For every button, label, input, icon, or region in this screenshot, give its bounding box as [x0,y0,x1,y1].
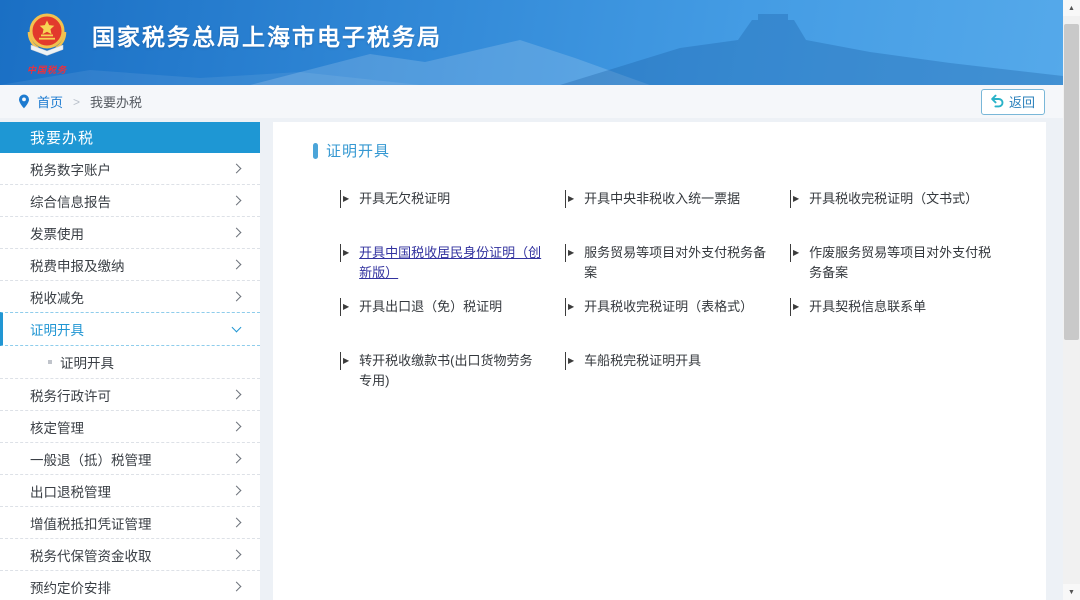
back-arrow-icon [990,94,1004,108]
link-deed-tax-contact-sheet[interactable]: ▶ 开具契税信息联系单 [790,297,1015,351]
chevron-right-icon [232,260,242,270]
sidebar-item-custody-funds[interactable]: 税务代保管资金收取 [0,539,260,571]
logo-caption: 中国税务 [18,63,76,76]
scroll-down-icon[interactable]: ▼ [1063,584,1080,600]
link-tax-payment-certificate-document[interactable]: ▶ 开具税收完税证明（文书式） [790,189,1015,243]
app-header: 中国税务 国家税务总局上海市电子税务局 [0,0,1063,85]
link-marker-icon: ▶ [565,190,574,208]
chevron-right-icon [232,518,242,528]
breadcrumb-separator: > [73,95,80,109]
link-marker-icon: ▶ [565,244,574,262]
sidebar-item-comprehensive-info[interactable]: 综合信息报告 [0,185,260,217]
scroll-up-icon[interactable]: ▲ [1063,0,1080,16]
sidebar-item-vat-deduction[interactable]: 增值税抵扣凭证管理 [0,507,260,539]
link-marker-icon: ▶ [790,298,799,316]
sidebar-item-invoice-use[interactable]: 发票使用 [0,217,260,249]
section-title: 证明开具 [313,140,1046,161]
sidebar-subitem-certificate-issuance[interactable]: 证明开具 [0,346,260,379]
link-marker-icon: ▶ [340,244,349,262]
national-tax-emblem-icon [21,8,73,60]
chevron-right-icon [232,454,242,464]
sidebar-header: 我要办税 [0,122,260,153]
link-central-nontax-receipt[interactable]: ▶ 开具中央非税收入统一票据 [565,189,790,243]
location-pin-icon [18,94,30,109]
link-marker-icon: ▶ [340,298,349,316]
main-content: 证明开具 ▶ 开具无欠税证明 ▶ 开具中央非税收入统一票据 ▶ 开具税收完税证明… [273,122,1046,600]
bullet-icon [48,360,52,364]
link-vehicle-vessel-tax-certificate[interactable]: ▶ 车船税完税证明开具 [565,351,790,405]
breadcrumb-home-link[interactable]: 首页 [37,92,63,111]
link-marker-icon: ▶ [790,190,799,208]
link-export-refund-certificate[interactable]: ▶ 开具出口退（免）税证明 [340,297,565,351]
chevron-right-icon [232,390,242,400]
link-marker-icon: ▶ [565,352,574,370]
chevron-right-icon [232,550,242,560]
link-marker-icon: ▶ [790,244,799,262]
sidebar-item-export-refund[interactable]: 出口退税管理 [0,475,260,507]
tax-bureau-logo: 中国税务 [18,8,76,76]
sidebar-item-digital-account[interactable]: 税务数字账户 [0,153,260,185]
sidebar-item-tax-reduction[interactable]: 税收减免 [0,281,260,313]
link-no-arrears-certificate[interactable]: ▶ 开具无欠税证明 [340,189,565,243]
link-tax-payment-certificate-table[interactable]: ▶ 开具税收完税证明（表格式） [565,297,790,351]
chevron-right-icon [232,582,242,592]
page-title: 国家税务总局上海市电子税务局 [92,18,442,52]
section-title-pill [313,143,318,159]
sidebar-item-administrative-license[interactable]: 税务行政许可 [0,379,260,411]
section-title-text: 证明开具 [326,140,390,161]
link-transfer-tax-payment-book[interactable]: ▶ 转开税收缴款书(出口货物劳务专用) [340,351,565,405]
service-links-grid: ▶ 开具无欠税证明 ▶ 开具中央非税收入统一票据 ▶ 开具税收完税证明（文书式）… [340,189,1046,405]
chevron-right-icon [232,422,242,432]
chevron-right-icon [232,196,242,206]
link-china-tax-resident-certificate[interactable]: ▶ 开具中国税收居民身份证明（创新版） [340,243,565,297]
chevron-down-icon [232,322,242,332]
vertical-scrollbar[interactable]: ▲ ▼ [1063,0,1080,600]
breadcrumb: 首页 > 我要办税 返回 [0,85,1063,118]
link-marker-icon: ▶ [340,190,349,208]
chevron-right-icon [232,292,242,302]
sidebar: 我要办税 税务数字账户 综合信息报告 发票使用 税费申报及缴纳 税收减免 证明开… [0,122,260,600]
link-marker-icon: ▶ [565,298,574,316]
scrollbar-thumb[interactable] [1064,24,1079,340]
page: 中国税务 国家税务总局上海市电子税务局 首页 > 我要办税 返回 我要办税 税务… [0,0,1080,600]
sidebar-item-tax-declaration[interactable]: 税费申报及缴纳 [0,249,260,281]
sidebar-item-certificate-issuance[interactable]: 证明开具 [0,312,260,346]
chevron-right-icon [232,164,242,174]
link-service-trade-filing[interactable]: ▶ 服务贸易等项目对外支付税务备案 [565,243,790,297]
sidebar-item-general-refund[interactable]: 一般退（抵）税管理 [0,443,260,475]
back-button-label: 返回 [1009,92,1035,111]
sidebar-item-assessment-management[interactable]: 核定管理 [0,411,260,443]
chevron-right-icon [232,228,242,238]
chevron-right-icon [232,486,242,496]
sidebar-item-advance-pricing[interactable]: 预约定价安排 [0,571,260,600]
link-marker-icon: ▶ [340,352,349,370]
link-void-service-trade-filing[interactable]: ▶ 作废服务贸易等项目对外支付税务备案 [790,243,1015,297]
back-button[interactable]: 返回 [981,89,1045,115]
breadcrumb-current: 我要办税 [90,92,142,111]
